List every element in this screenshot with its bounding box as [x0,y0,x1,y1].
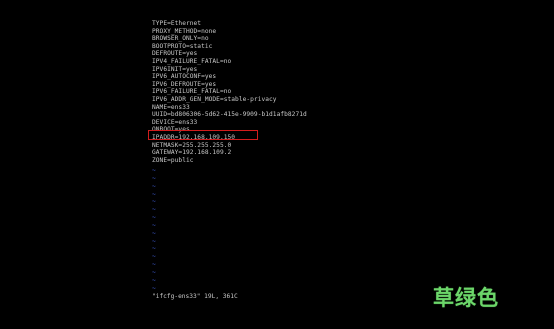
file-line: NETMASK=255.255.255.0 [152,141,232,149]
empty-line-tilde: ~ [152,237,156,245]
empty-line-tilde: ~ [152,268,156,276]
file-line: IPV6_AUTOCONF=yes [152,73,217,81]
ipaddr-highlight-box [148,130,258,140]
file-line: IPV6INIT=yes [152,65,198,73]
file-line: BROWSER_ONLY=no [152,35,209,43]
empty-line-tilde: ~ [152,261,156,269]
file-line: IPV6_FAILURE_FATAL=no [152,88,232,96]
file-line: IPV6_DEFROUTE=yes [152,80,217,88]
empty-line-tilde: ~ [152,174,156,182]
vi-status-line: "ifcfg-ens33" 19L, 361C [152,293,238,300]
file-content: TYPE=Ethernet PROXY_METHOD=none BROWSER_ON… [152,20,307,164]
file-line: IPV4_FAILURE_FATAL=no [152,57,232,65]
empty-line-tilde: ~ [152,221,156,229]
empty-line-tilde: ~ [152,214,156,222]
terminal-screen: TYPE=Ethernet PROXY_METHOD=none BROWSER_ON… [0,0,554,329]
empty-line-tilde: ~ [152,190,156,198]
watermark-logo: 草绿色 [433,286,499,310]
empty-line-tilde: ~ [152,284,156,292]
file-line: PROXY_METHOD=none [152,27,217,35]
empty-line-tilde: ~ [152,229,156,237]
empty-line-tilde: ~ [152,198,156,206]
file-line: NAME=ens33 [152,103,190,111]
file-line: GATEWAY=192.168.109.2 [152,149,232,157]
empty-line-tilde: ~ [152,167,156,174]
empty-line-markers: ~ ~ ~ ~ ~ ~ ~ ~ ~ ~ ~ ~ ~ ~ ~ ~ [152,167,156,293]
empty-line-tilde: ~ [152,253,156,261]
empty-line-tilde: ~ [152,206,156,214]
file-line: TYPE=Ethernet [152,20,202,27]
empty-line-tilde: ~ [152,182,156,190]
file-line: UUID=bd806306-5d62-415e-9909-b1d1afb8271… [152,111,307,119]
file-line: DEFROUTE=yes [152,50,198,58]
empty-line-tilde: ~ [152,245,156,253]
empty-line-tilde: ~ [152,276,156,284]
file-line: BOOTPROTO=static [152,42,213,50]
file-line: DEVICE=ens33 [152,118,198,126]
file-line: IPV6_ADDR_GEN_MODE=stable-privacy [152,95,277,103]
file-line: ZONE=public [152,156,194,164]
